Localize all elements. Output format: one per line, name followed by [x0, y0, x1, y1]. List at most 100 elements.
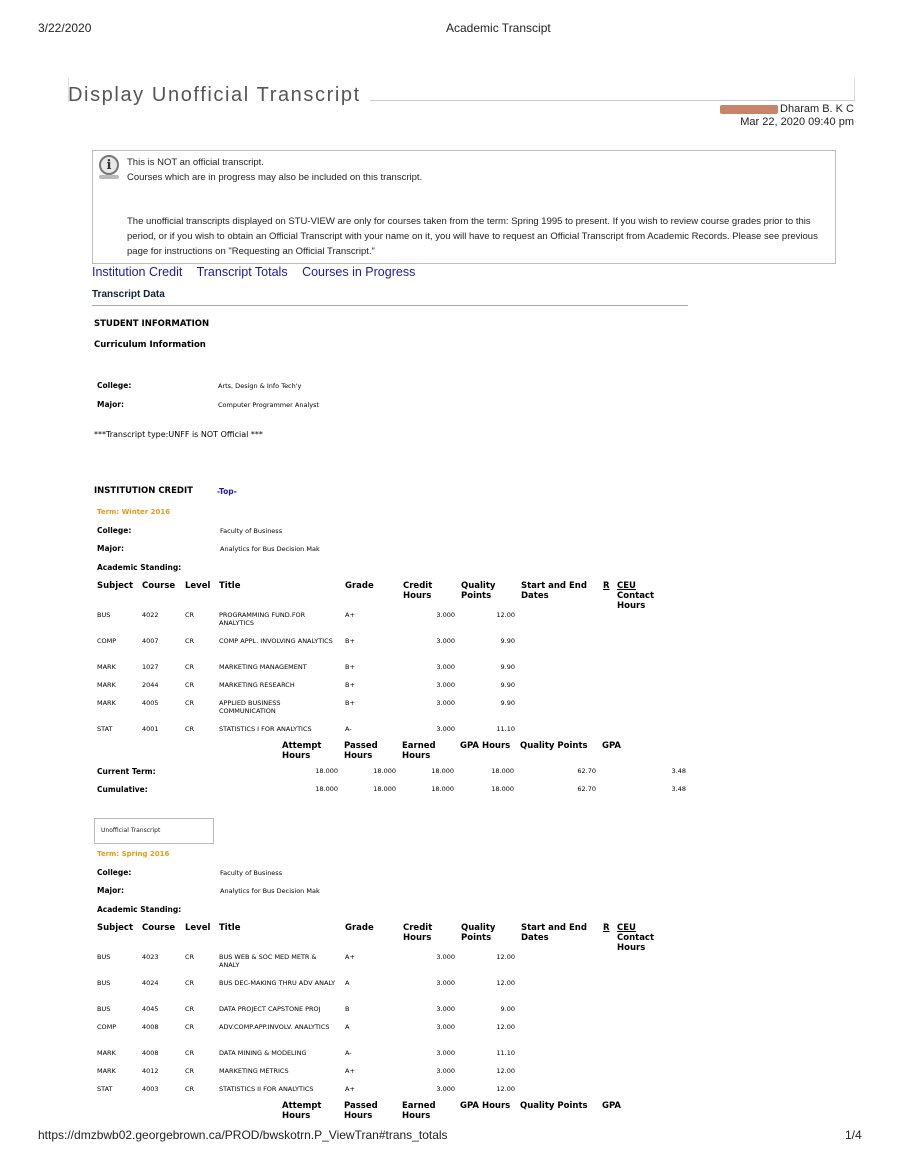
notice-line-1: This is NOT an official transcript.	[127, 157, 264, 168]
col-level: Level	[185, 923, 211, 933]
totals-header: Attempt Hours Passed Hours Earned Hours …	[94, 1101, 689, 1127]
cell-empty	[600, 611, 614, 637]
cell-empty	[518, 1049, 600, 1067]
cell-level: CR	[185, 663, 195, 671]
cell-title: MARKETING MANAGEMENT	[219, 663, 307, 671]
cell-grade: A+	[345, 953, 355, 961]
cell-title: BUS DEC-MAKING THRU ADV ANALY	[219, 979, 336, 987]
cell-credit-hours: 3.000	[436, 953, 455, 961]
col-total-quality-points: Quality Points	[520, 741, 588, 751]
col-dates: Start and End Dates	[521, 581, 587, 601]
cell-credit-hours: 3.000	[436, 663, 455, 671]
link-institution-credit[interactable]: Institution Credit	[92, 265, 182, 279]
cell-subject: MARK	[97, 1067, 116, 1075]
table-row: MARK 1027 CR MARKETING MANAGEMENT B+ 3.000 9.9…	[94, 663, 676, 681]
page-title: Display Unofficial Transcript	[68, 84, 361, 106]
table-row: MARK 4005 CR APPLIED BUSINESS COMMUNICATION…	[94, 699, 676, 725]
user-info: Dharam B. K C Mar 22, 2020 09:40 pm	[720, 103, 854, 129]
totals-cell: 3.48	[671, 785, 686, 793]
link-courses-in-progress[interactable]: Courses in Progress	[302, 265, 415, 279]
cell-subject: COMP	[97, 637, 117, 645]
course-table-header: Subject Course Level Title Grade Credit …	[94, 923, 676, 953]
footer-url: https://dmzbwb02.georgebrown.ca/PROD/bws…	[38, 1128, 448, 1142]
cell-subject: BUS	[97, 979, 111, 987]
col-subject: Subject	[97, 581, 134, 591]
col-passed-hours: Passed Hours	[344, 1101, 378, 1121]
cell-empty	[600, 979, 614, 1005]
top-link[interactable]: -Top-	[217, 487, 237, 496]
cell-level: CR	[185, 953, 195, 961]
col-grade: Grade	[345, 923, 374, 933]
cell-grade: B+	[345, 637, 355, 645]
col-r: R	[603, 581, 610, 591]
student-info-heading: STUDENT INFORMATION	[94, 319, 210, 329]
cell-subject: BUS	[97, 611, 111, 619]
cumulative-row: Cumulative: 18.000 18.000 18.000 18.000 …	[94, 785, 689, 803]
cell-level: CR	[185, 637, 195, 645]
cell-credit-hours: 3.000	[436, 1005, 455, 1013]
col-course: Course	[142, 581, 176, 591]
col-ceu-contact: CEU Contact Hours	[614, 923, 676, 953]
cell-level: CR	[185, 1049, 195, 1057]
cell-empty	[518, 681, 600, 699]
transcript-type: ***Transcript type:UNFF is NOT Official …	[94, 430, 263, 439]
term2-courses: BUS 4023 CR BUS WEB & SOC MED METR & ANALY A…	[94, 953, 676, 1111]
cell-level: CR	[185, 681, 195, 689]
cell-empty	[518, 699, 600, 725]
ceu-label: CEU	[617, 581, 636, 591]
cell-quality-points: 12.00	[496, 1067, 515, 1075]
course-table: Subject Course Level Title Grade Credit …	[94, 581, 676, 743]
cell-quality-points: 9.90	[500, 681, 515, 689]
term-totals-table: Attempt Hours Passed Hours Earned Hours …	[94, 1101, 689, 1127]
cell-credit-hours: 3.000	[436, 979, 455, 987]
cell-course: 4008	[142, 1023, 159, 1031]
col-credit-hours: Credit Hours	[403, 581, 433, 601]
totals-header: Attempt Hours Passed Hours Earned Hours …	[94, 741, 689, 767]
unofficial-transcript-box: Unofficial Transcript	[94, 818, 214, 844]
term-college: Faculty of Business	[220, 869, 283, 877]
cell-title: MARKETING METRICS	[219, 1067, 289, 1075]
totals-cell: 18.000	[373, 767, 396, 775]
cell-empty	[614, 979, 676, 1005]
cell-level: CR	[185, 699, 195, 707]
cell-credit-hours: 3.000	[436, 1023, 455, 1031]
totals-cell: 18.000	[315, 785, 338, 793]
term-title: Term: Spring 2016	[97, 850, 170, 858]
cell-credit-hours: 3.000	[436, 681, 455, 689]
current-term-row: Current Term: 18.000 18.000 18.000 18.00…	[94, 767, 689, 785]
link-transcript-totals[interactable]: Transcript Totals	[197, 265, 288, 279]
table-row: BUS 4024 CR BUS DEC-MAKING THRU ADV ANALY A 3…	[94, 979, 676, 1005]
cell-level: CR	[185, 611, 195, 619]
col-credit-hours: Credit Hours	[403, 923, 433, 943]
totals-cell: 18.000	[491, 785, 514, 793]
col-total-quality-points: Quality Points	[520, 1101, 588, 1111]
cell-empty	[614, 681, 676, 699]
cell-title: COMP APPL. INVOLVING ANALYTICS	[219, 637, 333, 645]
cell-title: APPLIED BUSINESS COMMUNICATION	[219, 699, 281, 715]
cell-empty	[600, 1049, 614, 1067]
notice-box: i This is NOT an official transcript. Co…	[92, 150, 836, 264]
student-college: Arts, Design & Info Tech'y	[218, 382, 302, 390]
cell-title: DATA MINING & MODELING	[219, 1049, 307, 1057]
cell-empty	[614, 637, 676, 663]
cell-title: PROGRAMMING FUND.FOR ANALYTICS	[219, 611, 306, 627]
cell-course: 4023	[142, 953, 159, 961]
cell-level: CR	[185, 979, 195, 987]
cell-course: 4022	[142, 611, 159, 619]
cell-subject: BUS	[97, 1005, 111, 1013]
col-attempt-hours: Attempt Hours	[282, 1101, 322, 1121]
student-major-label: Major:	[97, 400, 124, 409]
col-gpa: GPA	[602, 1101, 622, 1111]
table-row: COMP 4007 CR COMP APPL. INVOLVING ANALYTICS…	[94, 637, 676, 663]
user-name: Dharam B. K C	[780, 103, 854, 115]
institution-credit-heading: INSTITUTION CREDIT	[94, 486, 193, 496]
cell-title: DATA PROJECT CAPSTONE PROJ	[219, 1005, 321, 1013]
contact-hours-label: Contact Hours	[617, 591, 655, 611]
cell-empty	[614, 611, 676, 637]
cell-subject: BUS	[97, 953, 111, 961]
transcript-data-divider	[92, 305, 688, 306]
cell-course: 2044	[142, 681, 159, 689]
col-passed-hours: Passed Hours	[344, 741, 378, 761]
title-divider	[370, 100, 854, 101]
cell-grade: A-	[345, 1049, 352, 1057]
